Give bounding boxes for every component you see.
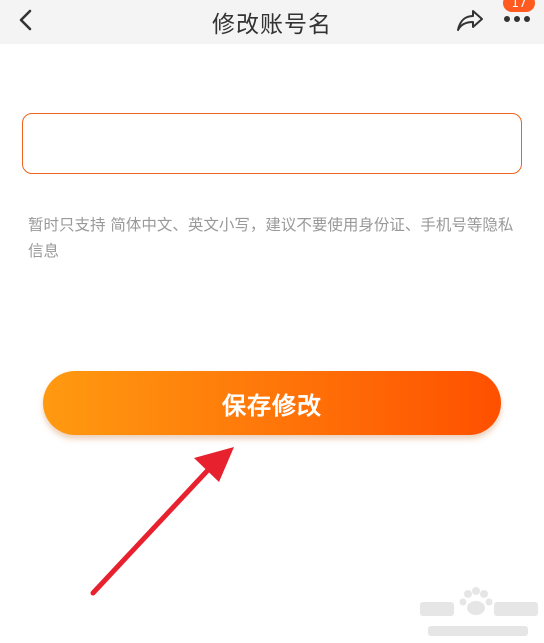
share-button[interactable]	[453, 4, 487, 36]
baidu-jingyan-watermark-icon	[420, 587, 538, 636]
edit-account-name-page: 修改账号名 17 暂时只支持 简体中文、英文小写，建议不要使用身份证、手机号等隐…	[0, 0, 544, 643]
account-name-field-container	[22, 113, 522, 174]
more-dots-icon	[504, 16, 530, 22]
account-name-input[interactable]	[23, 114, 521, 173]
navigation-bar: 修改账号名 17	[0, 0, 544, 44]
naming-rules-hint: 暂时只支持 简体中文、英文小写，建议不要使用身份证、手机号等隐私信息	[28, 216, 514, 260]
save-changes-button[interactable]: 保存修改	[43, 371, 501, 435]
share-icon	[457, 10, 483, 31]
annotation-arrow-icon	[90, 447, 234, 596]
notification-badge: 17	[503, 0, 535, 12]
